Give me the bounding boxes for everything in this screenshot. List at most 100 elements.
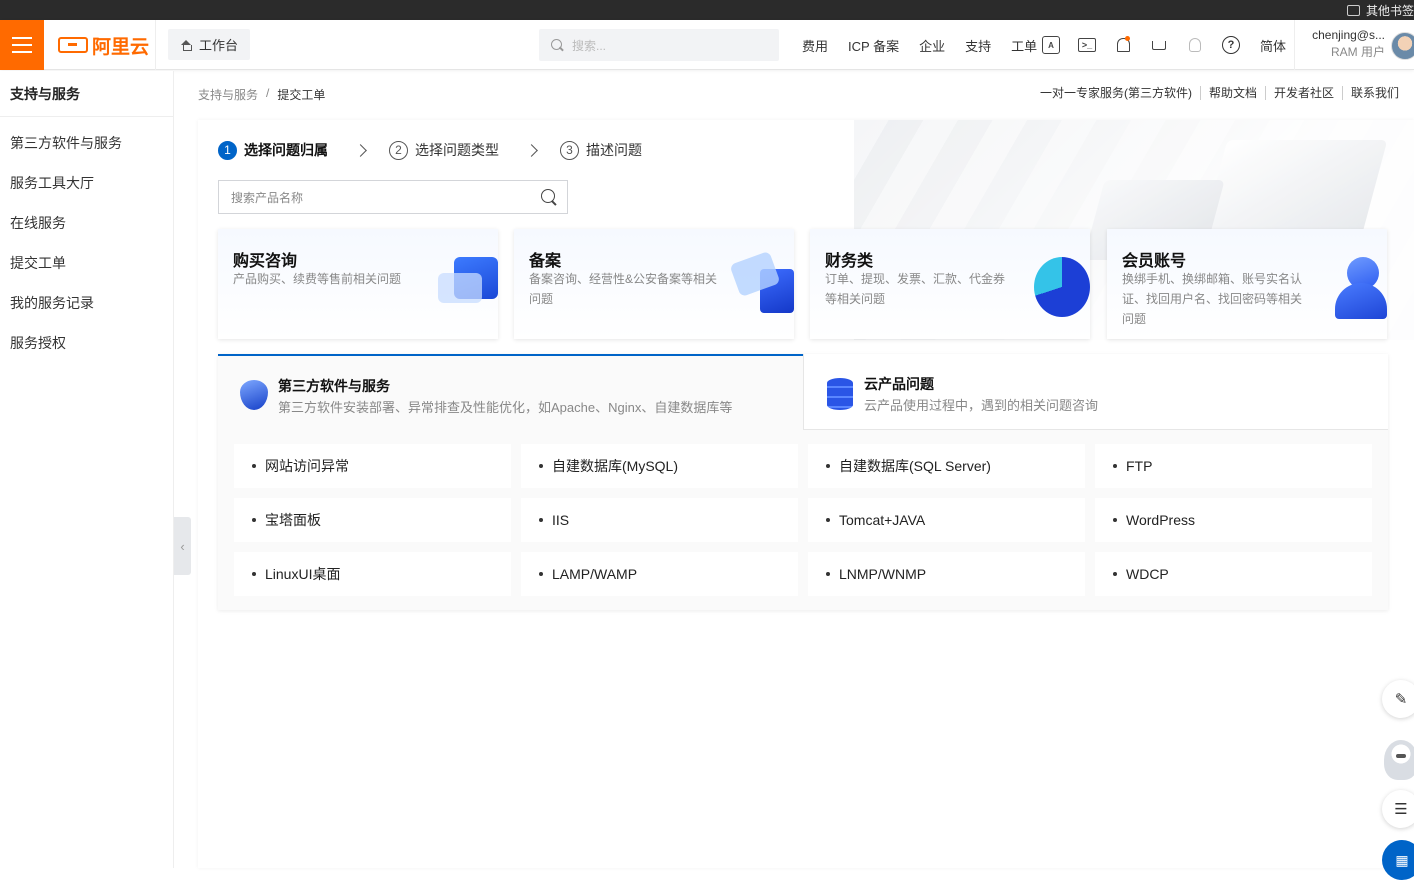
sidebar-title: 支持与服务 [0,71,173,117]
card-account[interactable]: 会员账号 换绑手机、换绑邮箱、账号实名认证、找回用户名、找回密码等相关问题 [1107,229,1387,339]
sidebar-item-submit-ticket[interactable]: 提交工单 [0,243,173,283]
issue-item[interactable]: LinuxUI桌面 [234,552,511,596]
cart-icon[interactable] [1150,36,1168,54]
bulb-icon[interactable] [1186,36,1204,54]
issue-item[interactable]: Tomcat+JAVA [808,498,1085,542]
language-switch[interactable]: 简体 [1260,20,1286,70]
nav-link-support[interactable]: 支持 [965,36,991,55]
issue-label: FTP [1126,458,1153,474]
avatar[interactable] [1391,32,1414,60]
grid-icon: ▦ [1395,851,1409,868]
issue-item[interactable]: WDCP [1095,552,1372,596]
card-icp[interactable]: 备案 备案咨询、经营性&公安备案等相关问题 [514,229,794,339]
aliyun-logo[interactable]: 阿里云 [58,20,149,70]
issue-item[interactable]: LNMP/WNMP [808,552,1085,596]
tab-cloud-product[interactable]: 云产品问题 云产品使用过程中，遇到的相关问题咨询 [803,354,1388,430]
card-finance[interactable]: 财务类 订单、提现、发票、汇款、代金券等相关问题 [810,229,1090,339]
breadcrumb-parent[interactable]: 支持与服务 [198,86,258,103]
step-label: 选择问题类型 [415,142,499,158]
nav-icon-group: A >_ ? [1042,20,1258,70]
breadcrumb: 支持与服务 / 提交工单 [198,86,325,103]
nav-link-ticket[interactable]: 工单 [1011,36,1037,55]
workbench-button[interactable]: 工作台 [168,29,250,60]
apps-grid-button[interactable]: ▦ [1382,840,1414,880]
link-dev-community[interactable]: 开发者社区 [1264,86,1342,100]
step-number: 2 [389,140,408,160]
home-icon [181,39,192,51]
logo-mark-icon [58,37,88,53]
folder-icon [1346,4,1360,16]
bullet [539,464,543,468]
chat-button[interactable]: ☰ [1382,790,1414,828]
help-icon[interactable]: ? [1222,36,1240,54]
bullet [826,518,830,522]
sidebar-item-authorization[interactable]: 服务授权 [0,323,173,363]
assistant-robot-button[interactable] [1384,740,1414,780]
link-contact-us[interactable]: 联系我们 [1341,86,1407,100]
tab-title: 云产品问题 [864,376,934,392]
hamburger-menu-button[interactable] [0,20,44,70]
card-title: 财务类 [825,253,874,270]
nav-link-icp[interactable]: ICP 备案 [848,36,899,55]
feedback-edit-button[interactable]: ✎ [1382,680,1414,718]
tab-third-party[interactable]: 第三方软件与服务 第三方软件安装部署、异常排查及性能优化，如Apache、Ngi… [218,354,803,430]
issue-item[interactable]: WordPress [1095,498,1372,542]
user-account[interactable]: chenjing@s... RAM 用户 [1305,27,1385,61]
card-desc: 订单、提现、发票、汇款、代金券等相关问题 [825,272,1006,306]
step-2: 2 选择问题类型 [389,140,499,160]
bookmark-folder[interactable]: 其他书签 [1346,0,1414,20]
terminal-icon[interactable]: >_ [1078,38,1096,52]
card-desc: 换绑手机、换绑邮箱、账号实名认证、找回用户名、找回密码等相关问题 [1122,272,1303,326]
step-1: 1 选择问题归属 [218,140,328,160]
bullet [826,572,830,576]
search-icon[interactable] [541,189,557,205]
breadcrumb-current: 提交工单 [277,88,326,102]
bullet [1113,572,1117,576]
link-help-docs[interactable]: 帮助文档 [1199,86,1265,100]
os-bookmark-bar: 其他书签 [0,0,1414,20]
card-purchase[interactable]: 购买咨询 产品购买、续费等售前相关问题 [218,229,498,339]
card-desc: 备案咨询、经营性&公安备案等相关问题 [529,272,718,306]
issue-label: Tomcat+JAVA [839,512,926,528]
product-search-input[interactable]: 搜索产品名称 [218,180,568,214]
link-expert-service[interactable]: 一对一专家服务(第三方软件) [1032,86,1200,100]
nav-link-fees[interactable]: 费用 [802,36,828,55]
header-right-links: 一对一专家服务(第三方软件) 帮助文档 开发者社区 联系我们 [1032,86,1407,100]
sidebar-item-tools[interactable]: 服务工具大厅 [0,163,173,203]
bell-icon[interactable] [1114,36,1132,54]
search-icon [551,39,563,51]
card-title: 会员账号 [1122,253,1187,270]
chat-icon: ☰ [1394,801,1408,818]
issue-label: 宝塔面板 [265,512,321,528]
bullet [252,464,256,468]
ticket-panel: 1 选择问题归属 2 选择问题类型 3 描述问题 搜索产品名称 购买咨询 产品购… [198,120,1414,868]
product-search-placeholder: 搜索产品名称 [231,190,304,205]
sidebar-item-service-records[interactable]: 我的服务记录 [0,283,173,323]
bullet [1113,518,1117,522]
issue-item[interactable]: IIS [521,498,798,542]
global-search-input[interactable]: 搜索... [539,29,779,61]
tab-desc: 云产品使用过程中，遇到的相关问题咨询 [864,398,1099,413]
app-icon[interactable]: A [1042,36,1060,54]
search-placeholder: 搜索... [572,38,607,53]
tab-title: 第三方软件与服务 [278,378,390,394]
step-3: 3 描述问题 [560,140,642,160]
sidebar-collapse-button[interactable]: ‹ [174,517,191,575]
sidebar-item-third-party[interactable]: 第三方软件与服务 [0,123,173,163]
issue-item[interactable]: 宝塔面板 [234,498,511,542]
issue-item[interactable]: 网站访问异常 [234,444,511,488]
issue-item[interactable]: 自建数据库(SQL Server) [808,444,1085,488]
sidebar-item-online-service[interactable]: 在线服务 [0,203,173,243]
chevron-right-icon [525,143,538,157]
nav-link-enterprise[interactable]: 企业 [919,36,945,55]
issue-item[interactable]: 自建数据库(MySQL) [521,444,798,488]
issue-label: WordPress [1126,512,1195,528]
issue-label: WDCP [1126,566,1169,582]
sidebar: 支持与服务 第三方软件与服务 服务工具大厅 在线服务 提交工单 我的服务记录 服… [0,71,174,868]
user-icon [1325,257,1387,319]
workbench-label: 工作台 [199,38,239,53]
user-name: chenjing@s... [1312,28,1385,42]
issue-item[interactable]: FTP [1095,444,1372,488]
chat-bubble-icon [436,257,498,319]
issue-item[interactable]: LAMP/WAMP [521,552,798,596]
